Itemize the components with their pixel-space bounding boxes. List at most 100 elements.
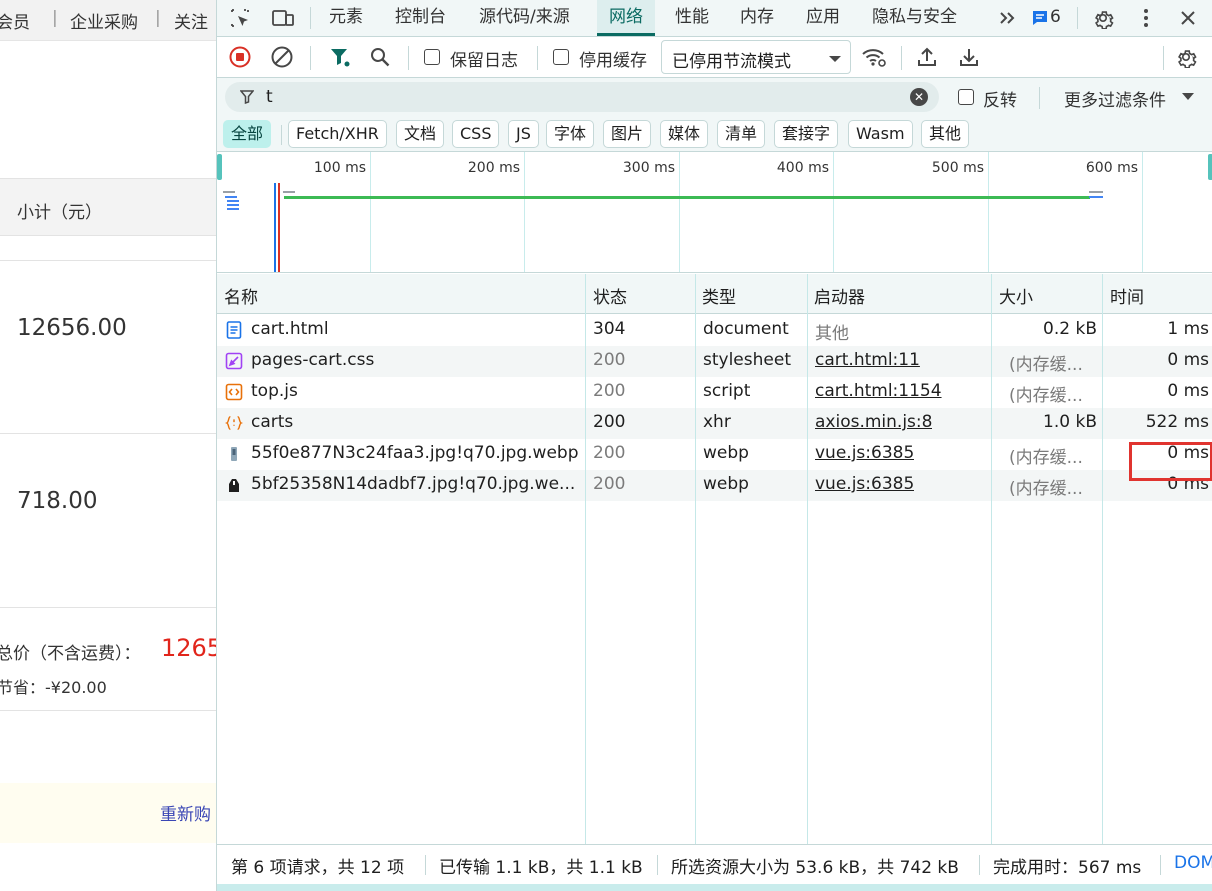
network-request-table: 名称 状态 类型 启动器 大小 时间 cart.html 304 documen… bbox=[217, 274, 1212, 844]
overview-waterfall bbox=[223, 183, 1103, 272]
tab-privacy-security[interactable]: 隐私与安全 bbox=[872, 0, 957, 36]
column-time[interactable]: 时间 bbox=[1110, 283, 1144, 308]
settings-gear-icon[interactable] bbox=[1090, 5, 1116, 31]
item-subtotal: 718.00 bbox=[17, 488, 98, 514]
table-row[interactable]: 55f0e877N3c24faa3.jpg!q70.jpg.webp 200 w… bbox=[217, 439, 1212, 470]
request-type: webp bbox=[703, 443, 749, 463]
preserve-log-checkbox[interactable] bbox=[424, 49, 440, 65]
request-size: (内存缓... bbox=[1009, 479, 1083, 499]
table-row[interactable]: pages-cart.css 200 stylesheet cart.html:… bbox=[217, 346, 1212, 377]
clear-icon[interactable] bbox=[270, 45, 294, 69]
divider bbox=[0, 710, 216, 711]
export-har-icon[interactable] bbox=[957, 45, 981, 69]
table-row[interactable]: carts 200 xhr axios.min.js:8 1.0 kB 522 … bbox=[217, 408, 1212, 439]
column-divider[interactable] bbox=[1102, 274, 1103, 844]
request-initiator-link[interactable]: cart.html:1154 bbox=[815, 381, 942, 401]
tab-elements[interactable]: 元素 bbox=[329, 0, 363, 36]
chip-doc[interactable]: 文档 bbox=[396, 120, 445, 148]
topbar-enterprise-link[interactable]: 企业采购 bbox=[70, 8, 138, 33]
network-settings-gear-icon[interactable] bbox=[1173, 44, 1199, 70]
separator bbox=[1077, 7, 1078, 29]
chip-wasm[interactable]: Wasm bbox=[848, 120, 913, 148]
stop-recording-icon[interactable] bbox=[228, 45, 252, 69]
chip-media[interactable]: 媒体 bbox=[660, 120, 709, 148]
divider bbox=[0, 433, 216, 434]
network-toolbar: 保留日志 停用缓存 已停用节流模式 bbox=[217, 37, 1212, 78]
column-divider[interactable] bbox=[585, 274, 586, 844]
chip-css[interactable]: CSS bbox=[452, 120, 500, 148]
more-options-icon[interactable] bbox=[1134, 5, 1158, 31]
web-page: 会员 | 企业采购 | 关注 小计（元） 12656.00 718.00 总价（… bbox=[0, 0, 216, 891]
network-conditions-wifi-icon[interactable] bbox=[860, 45, 888, 69]
tab-application[interactable]: 应用 bbox=[806, 0, 840, 36]
inspect-element-icon[interactable] bbox=[227, 5, 253, 31]
request-initiator-link[interactable]: vue.js:6385 bbox=[815, 474, 914, 494]
separator bbox=[310, 7, 311, 29]
tab-network[interactable]: 网络 bbox=[597, 0, 655, 36]
disable-cache-checkbox[interactable] bbox=[553, 49, 569, 65]
column-initiator[interactable]: 启动器 bbox=[814, 283, 865, 308]
chip-other[interactable]: 其他 bbox=[921, 120, 970, 148]
issues-count[interactable]: 6 bbox=[1050, 7, 1061, 27]
column-status[interactable]: 状态 bbox=[593, 283, 627, 308]
chip-socket[interactable]: 套接字 bbox=[774, 120, 839, 148]
resources-size: 所选资源大小为 53.6 kB，共 742 kB bbox=[671, 858, 959, 878]
tab-performance[interactable]: 性能 bbox=[675, 0, 709, 36]
chevron-down-icon[interactable] bbox=[1181, 91, 1195, 103]
chip-fetch-xhr[interactable]: Fetch/XHR bbox=[288, 120, 387, 148]
request-status: 200 bbox=[593, 381, 626, 401]
request-name: top.js bbox=[251, 381, 298, 401]
device-toolbar-icon[interactable] bbox=[270, 5, 296, 31]
devtools-tab-strip: 元素 控制台 源代码/来源 网络 性能 内存 应用 隐私与安全 6 bbox=[217, 0, 1212, 37]
document-icon bbox=[225, 321, 243, 339]
tab-memory[interactable]: 内存 bbox=[740, 0, 774, 36]
column-divider[interactable] bbox=[807, 274, 808, 844]
invert-label[interactable]: 反转 bbox=[983, 86, 1017, 111]
issues-message-icon[interactable] bbox=[1030, 8, 1050, 28]
separator bbox=[979, 855, 980, 875]
filter-input-value: t bbox=[266, 87, 273, 107]
preserve-log-label[interactable]: 保留日志 bbox=[450, 46, 518, 71]
drawer-strip bbox=[217, 884, 1212, 891]
chip-manifest[interactable]: 清单 bbox=[717, 120, 766, 148]
chip-img[interactable]: 图片 bbox=[603, 120, 652, 148]
close-devtools-icon[interactable] bbox=[1175, 5, 1201, 31]
topbar-vip-link[interactable]: 会员 bbox=[0, 8, 30, 33]
column-size[interactable]: 大小 bbox=[999, 283, 1033, 308]
network-overview-timeline[interactable]: 100 ms 200 ms 300 ms 400 ms 500 ms 600 m… bbox=[217, 152, 1212, 273]
chip-all[interactable]: 全部 bbox=[223, 120, 272, 148]
throttling-select[interactable]: 已停用节流模式 bbox=[661, 40, 851, 74]
request-initiator-link[interactable]: axios.min.js:8 bbox=[815, 412, 932, 432]
chip-font[interactable]: 字体 bbox=[546, 120, 595, 148]
request-type: document bbox=[703, 319, 789, 339]
finish-time: 完成用时：567 ms bbox=[993, 858, 1142, 878]
tab-console[interactable]: 控制台 bbox=[395, 0, 446, 36]
clear-filter-icon[interactable]: ✕ bbox=[910, 88, 928, 106]
column-type[interactable]: 类型 bbox=[702, 283, 736, 308]
more-filters-button[interactable]: 更多过滤条件 bbox=[1064, 86, 1166, 111]
rebuy-link[interactable]: 重新购 bbox=[160, 800, 211, 825]
request-initiator-link[interactable]: cart.html:11 bbox=[815, 350, 920, 370]
request-type: script bbox=[703, 381, 751, 401]
separator bbox=[281, 125, 282, 145]
import-har-icon[interactable] bbox=[915, 45, 939, 69]
filter-input[interactable]: t ✕ bbox=[225, 82, 939, 112]
table-row[interactable]: cart.html 304 document 其他 0.2 kB 1 ms bbox=[217, 315, 1212, 346]
column-divider[interactable] bbox=[991, 274, 992, 844]
table-row[interactable]: top.js 200 script cart.html:1154 (内存缓...… bbox=[217, 377, 1212, 408]
tab-sources[interactable]: 源代码/来源 bbox=[479, 0, 570, 36]
table-row[interactable]: 5bf25358N14dadbf7.jpg!q70.jpg.we... 200 … bbox=[217, 470, 1212, 501]
disable-cache-label[interactable]: 停用缓存 bbox=[579, 46, 647, 71]
filter-icon[interactable] bbox=[328, 45, 352, 69]
time-highlight-box bbox=[1129, 442, 1212, 481]
topbar-follow-link[interactable]: 关注 bbox=[174, 8, 208, 33]
search-icon[interactable] bbox=[368, 45, 392, 69]
column-name[interactable]: 名称 bbox=[224, 283, 258, 308]
more-tabs-chevron-icon[interactable] bbox=[995, 6, 1021, 30]
request-initiator-link[interactable]: vue.js:6385 bbox=[815, 443, 914, 463]
topbar-separator: | bbox=[52, 8, 58, 28]
throttling-value: 已停用节流模式 bbox=[672, 52, 791, 72]
column-divider[interactable] bbox=[695, 274, 696, 844]
chip-js[interactable]: JS bbox=[508, 120, 539, 148]
invert-checkbox[interactable] bbox=[958, 89, 974, 105]
